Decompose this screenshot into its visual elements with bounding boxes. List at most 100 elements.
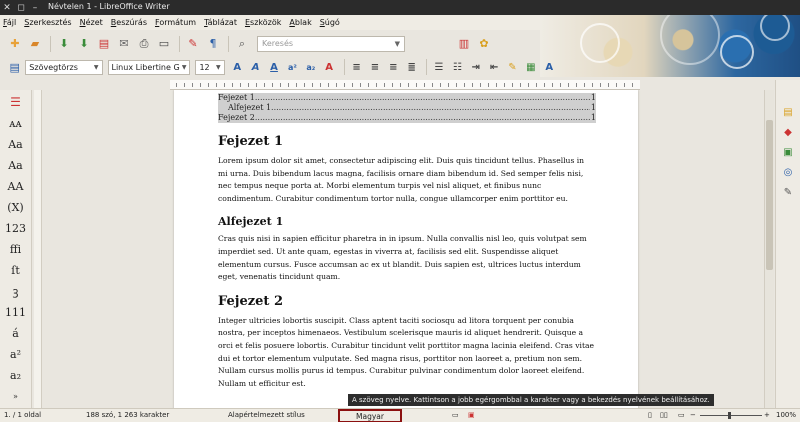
font-color-icon[interactable]: A xyxy=(321,59,336,75)
paragraph-style-select[interactable]: Szövegtörzs ▼ xyxy=(25,59,103,75)
superscript-icon[interactable]: a² xyxy=(285,59,300,75)
uppercase-button[interactable]: AA xyxy=(3,176,29,196)
formatting-marks-icon[interactable]: ¶ xyxy=(204,35,222,53)
styles-icon[interactable]: ▤ xyxy=(6,58,23,76)
underline-icon[interactable]: A xyxy=(266,59,281,75)
font-name-select[interactable]: Linux Libertine G ▼ xyxy=(107,59,191,75)
highlight-icon[interactable]: ✎ xyxy=(505,59,520,75)
save-icon[interactable]: ⬇ xyxy=(55,35,73,53)
menu-help[interactable]: Súgó xyxy=(320,18,340,27)
smallcaps-button[interactable]: ᴀᴀ xyxy=(3,113,29,133)
page-counter[interactable]: 1. / 1 oldal xyxy=(4,411,41,419)
email-icon[interactable]: ✉ xyxy=(115,35,133,53)
bold-icon[interactable]: A xyxy=(230,59,245,75)
multi-page-view-icon[interactable]: ▯▯ xyxy=(660,411,668,419)
chevron-down-icon[interactable]: ▼ xyxy=(395,40,400,48)
navigator-icon[interactable]: ◎ xyxy=(780,164,796,180)
font-size-select[interactable]: 12 ▼ xyxy=(195,59,225,75)
new-document-icon[interactable]: ✚ xyxy=(6,35,24,53)
chevron-down-icon[interactable]: ▼ xyxy=(182,64,187,71)
maximize-window-icon[interactable]: ◻ xyxy=(14,0,28,15)
bullet-list-icon[interactable]: ☰ xyxy=(431,59,446,75)
menu-file[interactable]: Fájl xyxy=(3,18,16,27)
book-view-icon[interactable]: ▭ xyxy=(678,411,685,419)
ligature-button[interactable]: ffi xyxy=(3,239,29,259)
toc-entry[interactable]: Alfejezet 1 ............................… xyxy=(218,103,596,113)
single-page-view-icon[interactable]: ▯ xyxy=(648,411,652,419)
background-color-icon[interactable]: ▦ xyxy=(523,59,538,75)
zoom-slider-handle[interactable] xyxy=(728,412,731,419)
document-modified-icon[interactable]: ▣ xyxy=(468,411,475,419)
language-status[interactable]: Magyar xyxy=(338,409,402,422)
menu-table[interactable]: Táblázat xyxy=(204,18,237,27)
gallery-icon[interactable]: ▣ xyxy=(780,144,796,160)
align-center-icon[interactable]: ≡ xyxy=(367,59,382,75)
insert-chart-icon[interactable]: ▥ xyxy=(455,35,473,53)
table-of-contents[interactable]: Fejezet 1 ..............................… xyxy=(218,93,596,123)
indent-icon[interactable]: ⇥ xyxy=(468,59,483,75)
body-paragraph[interactable]: Cras quis nisi in sapien efficitur phare… xyxy=(218,233,596,283)
sidebar-menu-icon[interactable]: ☰ xyxy=(3,92,29,112)
menu-format[interactable]: Formátum xyxy=(155,18,196,27)
numbered-list-icon[interactable]: ☷ xyxy=(450,59,465,75)
horizontal-ruler[interactable] xyxy=(170,80,640,90)
titlecase-button[interactable]: Aa xyxy=(3,155,29,175)
chevron-down-icon[interactable]: ▼ xyxy=(216,64,221,71)
expand-icon[interactable]: » xyxy=(3,387,29,407)
document-content[interactable]: Fejezet 1 Lorem ipsum dolor sit amet, co… xyxy=(218,134,596,390)
page-style[interactable]: Alapértelmezett stílus xyxy=(228,411,305,419)
superscript-button[interactable]: a² xyxy=(3,345,29,365)
insert-image-icon[interactable]: ✿ xyxy=(475,35,493,53)
selection-mode-icon[interactable]: ▭ xyxy=(452,411,459,419)
save-as-icon[interactable]: ⬇ xyxy=(75,35,93,53)
print-icon[interactable]: ⎙ xyxy=(135,35,153,53)
vertical-scrollbar[interactable] xyxy=(764,90,774,408)
manage-changes-icon[interactable]: ✎ xyxy=(780,184,796,200)
outdent-icon[interactable]: ⇤ xyxy=(486,59,501,75)
export-pdf-icon[interactable]: ▤ xyxy=(95,35,113,53)
close-window-icon[interactable]: ✕ xyxy=(0,0,14,15)
zoom-level[interactable]: 100% xyxy=(776,411,796,419)
body-paragraph[interactable]: Lorem ipsum dolor sit amet, consectetur … xyxy=(218,155,596,205)
zoom-slider[interactable] xyxy=(700,415,762,416)
character-icon[interactable]: A xyxy=(542,59,557,75)
accent-button[interactable]: á xyxy=(3,324,29,344)
menu-insert[interactable]: Beszúrás xyxy=(111,18,147,27)
subscript-button[interactable]: a₂ xyxy=(3,366,29,386)
smallcaps-alt-button[interactable]: Aa xyxy=(3,134,29,154)
zoom-out-icon[interactable]: − xyxy=(690,411,696,419)
print-preview-icon[interactable]: ▭ xyxy=(155,35,173,53)
properties-icon[interactable]: ▤ xyxy=(780,104,796,120)
body-paragraph[interactable]: Integer ultricies lobortis suscipit. Cla… xyxy=(218,315,596,391)
menu-window[interactable]: Ablak xyxy=(289,18,311,27)
menu-edit[interactable]: Szerkesztés xyxy=(24,18,71,27)
ornament-button[interactable]: ꝫ xyxy=(3,282,29,302)
heading-2[interactable]: Alfejezet 1 xyxy=(218,215,596,228)
heading-1[interactable]: Fejezet 2 xyxy=(218,294,596,309)
oldstyle-numbers-button[interactable]: 123 xyxy=(3,218,29,238)
open-folder-icon[interactable]: ▰ xyxy=(26,35,44,53)
clone-formatting-icon[interactable]: ✎ xyxy=(184,35,202,53)
word-count[interactable]: 188 szó, 1 263 karakter xyxy=(86,411,169,419)
minimize-window-icon[interactable]: – xyxy=(28,0,42,15)
search-input[interactable]: Keresés ▼ xyxy=(257,35,405,52)
toc-entry[interactable]: Fejezet 1 ..............................… xyxy=(218,93,596,103)
align-left-icon[interactable]: ≡ xyxy=(349,59,364,75)
scrollbar-thumb[interactable] xyxy=(766,120,773,270)
italic-icon[interactable]: A xyxy=(248,59,263,75)
heading-1[interactable]: Fejezet 1 xyxy=(218,134,596,149)
find-replace-icon[interactable]: ⌕ xyxy=(233,35,251,53)
menu-tools[interactable]: Eszközök xyxy=(245,18,281,27)
historic-ligature-button[interactable]: ſt xyxy=(3,261,29,281)
justify-icon[interactable]: ≣ xyxy=(404,59,419,75)
toc-entry[interactable]: Fejezet 2 ..............................… xyxy=(218,113,596,123)
align-right-icon[interactable]: ≡ xyxy=(386,59,401,75)
subscript-icon[interactable]: a₂ xyxy=(303,59,318,75)
styles-icon[interactable]: ◆ xyxy=(780,124,796,140)
menu-view[interactable]: Nézet xyxy=(80,18,103,27)
document-page[interactable]: Fejezet 1 ..............................… xyxy=(174,90,638,408)
chevron-down-icon[interactable]: ▼ xyxy=(94,64,99,71)
parentheses-button[interactable]: (X) xyxy=(3,197,29,217)
numerals-button[interactable]: 111 xyxy=(3,303,29,323)
zoom-in-icon[interactable]: + xyxy=(764,411,770,419)
